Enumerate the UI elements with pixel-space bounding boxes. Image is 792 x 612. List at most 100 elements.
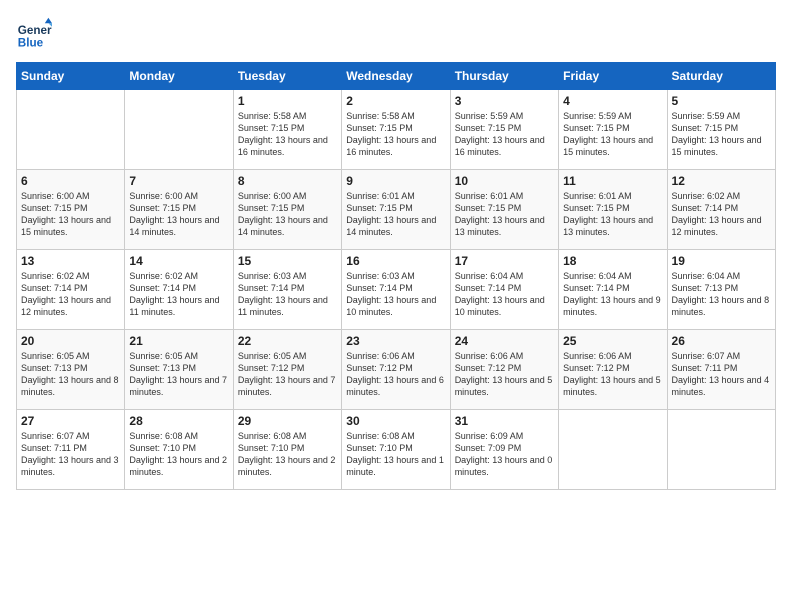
calendar-cell: [17, 90, 125, 170]
calendar-table: SundayMondayTuesdayWednesdayThursdayFrid…: [16, 62, 776, 490]
day-number: 24: [455, 334, 554, 348]
day-number: 15: [238, 254, 337, 268]
calendar-cell: 31 Sunrise: 6:09 AM Sunset: 7:09 PM Dayli…: [450, 410, 558, 490]
day-info: Sunrise: 6:01 AM Sunset: 7:15 PM Dayligh…: [563, 190, 662, 239]
day-number: 31: [455, 414, 554, 428]
calendar-cell: 30Sunrise: 6:08 AM Sunset: 7:10 PM Dayli…: [342, 410, 450, 490]
day-number: 25: [563, 334, 662, 348]
week-row-3: 13 Sunrise: 6:02 AM Sunset: 7:14 PM Dayli…: [17, 250, 776, 330]
calendar-cell: 21Sunrise: 6:05 AM Sunset: 7:13 PM Dayli…: [125, 330, 233, 410]
day-number: 20: [21, 334, 120, 348]
day-number: 4: [563, 94, 662, 108]
day-info: Sunrise: 6:04 AM Sunset: 7:13 PM Dayligh…: [672, 270, 771, 319]
day-info: Sunrise: 6:02 AM Sunset: 7:14 PM Dayligh…: [672, 190, 771, 239]
calendar-cell: 6 Sunrise: 6:00 AM Sunset: 7:15 PM Daylig…: [17, 170, 125, 250]
day-info: Sunrise: 6:00 AM Sunset: 7:15 PM Dayligh…: [21, 190, 120, 239]
calendar-cell: 8 Sunrise: 6:00 AM Sunset: 7:15 PM Daylig…: [233, 170, 341, 250]
calendar-cell: [667, 410, 775, 490]
calendar-cell: 12 Sunrise: 6:02 AM Sunset: 7:14 PM Dayli…: [667, 170, 775, 250]
day-info: Sunrise: 6:02 AM Sunset: 7:14 PM Dayligh…: [21, 270, 120, 319]
day-number: 29: [238, 414, 337, 428]
day-number: 16: [346, 254, 445, 268]
day-info: Sunrise: 6:09 AM Sunset: 7:09 PM Dayligh…: [455, 430, 554, 479]
svg-text:Blue: Blue: [18, 37, 44, 50]
weekday-header-row: SundayMondayTuesdayWednesdayThursdayFrid…: [17, 63, 776, 90]
day-info: Sunrise: 6:00 AM Sunset: 7:15 PM Dayligh…: [238, 190, 337, 239]
calendar-cell: 11 Sunrise: 6:01 AM Sunset: 7:15 PM Dayli…: [559, 170, 667, 250]
day-number: 5: [672, 94, 771, 108]
logo: General Blue: [16, 16, 28, 52]
weekday-saturday: Saturday: [667, 63, 775, 90]
day-number: 10: [455, 174, 554, 188]
day-info: Sunrise: 6:07 AM Sunset: 7:11 PM Dayligh…: [672, 350, 771, 399]
calendar-cell: [559, 410, 667, 490]
calendar-cell: 24 Sunrise: 6:06 AM Sunset: 7:12 PM Dayli…: [450, 330, 558, 410]
day-info: Sunrise: 5:59 AM Sunset: 7:15 PM Dayligh…: [455, 110, 554, 159]
week-row-1: 1 Sunrise: 5:58 AM Sunset: 7:15 PM Daylig…: [17, 90, 776, 170]
day-number: 18: [563, 254, 662, 268]
week-row-5: 27 Sunrise: 6:07 AM Sunset: 7:11 PM Dayli…: [17, 410, 776, 490]
day-info: Sunrise: 6:08 AM Sunset: 7:10 PM Dayligh…: [346, 430, 445, 479]
day-info: Sunrise: 6:06 AM Sunset: 7:12 PM Dayligh…: [346, 350, 445, 399]
calendar-cell: 19 Sunrise: 6:04 AM Sunset: 7:13 PM Dayli…: [667, 250, 775, 330]
weekday-friday: Friday: [559, 63, 667, 90]
weekday-monday: Monday: [125, 63, 233, 90]
calendar-cell: 29 Sunrise: 6:08 AM Sunset: 7:10 PM Dayli…: [233, 410, 341, 490]
calendar-cell: 15 Sunrise: 6:03 AM Sunset: 7:14 PM Dayli…: [233, 250, 341, 330]
calendar-cell: 22 Sunrise: 6:05 AM Sunset: 7:12 PM Dayli…: [233, 330, 341, 410]
calendar-cell: 4 Sunrise: 5:59 AM Sunset: 7:15 PM Daylig…: [559, 90, 667, 170]
day-number: 14: [129, 254, 228, 268]
day-number: 6: [21, 174, 120, 188]
day-number: 7: [129, 174, 228, 188]
logo-icon: General Blue: [16, 16, 52, 52]
day-info: Sunrise: 5:58 AM Sunset: 7:15 PM Dayligh…: [238, 110, 337, 159]
day-info: Sunrise: 6:06 AM Sunset: 7:12 PM Dayligh…: [455, 350, 554, 399]
day-number: 1: [238, 94, 337, 108]
day-number: 27: [21, 414, 120, 428]
calendar-cell: 26Sunrise: 6:07 AM Sunset: 7:11 PM Dayli…: [667, 330, 775, 410]
day-number: 11: [563, 174, 662, 188]
day-number: 8: [238, 174, 337, 188]
day-info: Sunrise: 6:01 AM Sunset: 7:15 PM Dayligh…: [346, 190, 445, 239]
calendar-cell: 13 Sunrise: 6:02 AM Sunset: 7:14 PM Dayli…: [17, 250, 125, 330]
calendar-cell: 16 Sunrise: 6:03 AM Sunset: 7:14 PM Dayli…: [342, 250, 450, 330]
calendar-cell: 7Sunrise: 6:00 AM Sunset: 7:15 PM Daylig…: [125, 170, 233, 250]
day-info: Sunrise: 6:07 AM Sunset: 7:11 PM Dayligh…: [21, 430, 120, 479]
day-number: 22: [238, 334, 337, 348]
day-info: Sunrise: 6:05 AM Sunset: 7:13 PM Dayligh…: [129, 350, 228, 399]
day-info: Sunrise: 6:03 AM Sunset: 7:14 PM Dayligh…: [238, 270, 337, 319]
day-number: 23: [346, 334, 445, 348]
day-info: Sunrise: 6:08 AM Sunset: 7:10 PM Dayligh…: [129, 430, 228, 479]
day-info: Sunrise: 5:59 AM Sunset: 7:15 PM Dayligh…: [563, 110, 662, 159]
calendar-cell: 20Sunrise: 6:05 AM Sunset: 7:13 PM Dayli…: [17, 330, 125, 410]
weekday-sunday: Sunday: [17, 63, 125, 90]
calendar-cell: 2Sunrise: 5:58 AM Sunset: 7:15 PM Daylig…: [342, 90, 450, 170]
weekday-thursday: Thursday: [450, 63, 558, 90]
calendar-cell: 17Sunrise: 6:04 AM Sunset: 7:14 PM Dayli…: [450, 250, 558, 330]
day-info: Sunrise: 6:05 AM Sunset: 7:12 PM Dayligh…: [238, 350, 337, 399]
day-number: 13: [21, 254, 120, 268]
calendar-body: 1 Sunrise: 5:58 AM Sunset: 7:15 PM Daylig…: [17, 90, 776, 490]
calendar-cell: 1 Sunrise: 5:58 AM Sunset: 7:15 PM Daylig…: [233, 90, 341, 170]
day-info: Sunrise: 6:02 AM Sunset: 7:14 PM Dayligh…: [129, 270, 228, 319]
day-info: Sunrise: 6:01 AM Sunset: 7:15 PM Dayligh…: [455, 190, 554, 239]
calendar-cell: 3 Sunrise: 5:59 AM Sunset: 7:15 PM Daylig…: [450, 90, 558, 170]
calendar-cell: 5Sunrise: 5:59 AM Sunset: 7:15 PM Daylig…: [667, 90, 775, 170]
weekday-wednesday: Wednesday: [342, 63, 450, 90]
calendar-cell: 25Sunrise: 6:06 AM Sunset: 7:12 PM Dayli…: [559, 330, 667, 410]
weekday-tuesday: Tuesday: [233, 63, 341, 90]
svg-text:General: General: [18, 24, 52, 37]
day-number: 9: [346, 174, 445, 188]
day-info: Sunrise: 5:58 AM Sunset: 7:15 PM Dayligh…: [346, 110, 445, 159]
page-header: General Blue: [16, 16, 776, 52]
day-info: Sunrise: 6:08 AM Sunset: 7:10 PM Dayligh…: [238, 430, 337, 479]
calendar-cell: 27 Sunrise: 6:07 AM Sunset: 7:11 PM Dayli…: [17, 410, 125, 490]
day-info: Sunrise: 6:04 AM Sunset: 7:14 PM Dayligh…: [455, 270, 554, 319]
day-number: 12: [672, 174, 771, 188]
calendar-cell: 14 Sunrise: 6:02 AM Sunset: 7:14 PM Dayli…: [125, 250, 233, 330]
day-info: Sunrise: 6:03 AM Sunset: 7:14 PM Dayligh…: [346, 270, 445, 319]
calendar-cell: 23 Sunrise: 6:06 AM Sunset: 7:12 PM Dayli…: [342, 330, 450, 410]
day-number: 19: [672, 254, 771, 268]
day-number: 3: [455, 94, 554, 108]
week-row-4: 20 Sunrise: 6:05 AM Sunset: 7:13 PM Dayli…: [17, 330, 776, 410]
